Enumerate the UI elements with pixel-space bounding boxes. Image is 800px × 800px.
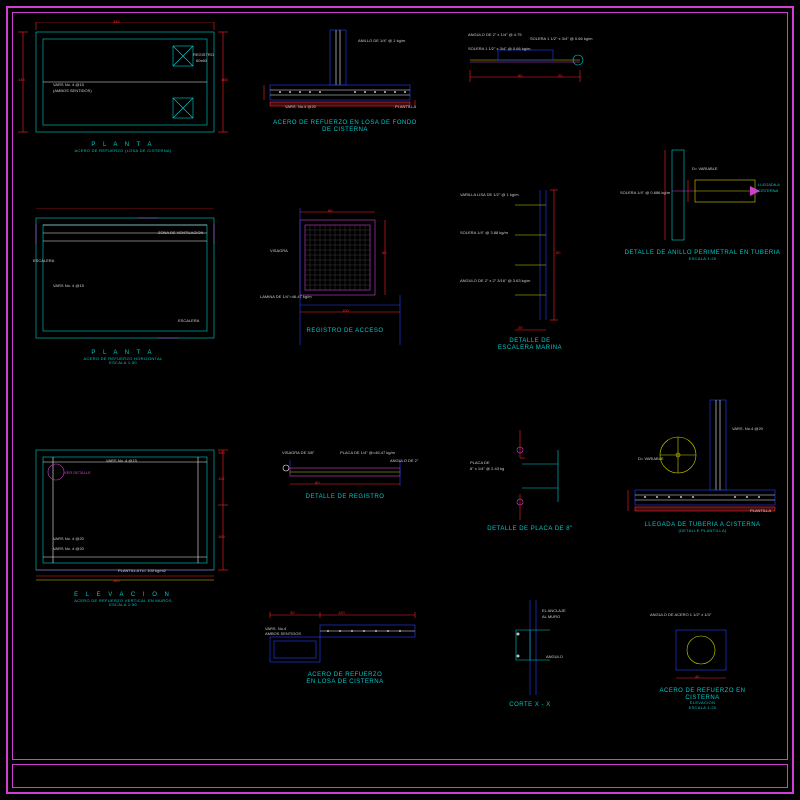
scale-ac: ESCALA 1:20 xyxy=(620,706,785,710)
dim-145: 145 xyxy=(18,77,25,82)
scale-elev: ESCALA 1:50 xyxy=(38,603,208,607)
dim-e340: 340 xyxy=(113,578,120,583)
title-mf2: DE CISTERNA xyxy=(260,127,430,134)
ann-p8-2: 8" x 1/4" @ 2.43 kg xyxy=(470,466,504,471)
dim-e190: 190 xyxy=(218,450,225,455)
dim-reg100: 100 xyxy=(342,308,349,313)
ann-an1: D= VARIABLE xyxy=(692,166,718,171)
ann-esc1: ESCALERA xyxy=(33,258,54,263)
dim-e110: 110 xyxy=(218,476,224,481)
dim-reg60b: 60 xyxy=(382,250,386,255)
dim-reg60a: 60 xyxy=(328,208,332,213)
detail-muro-fondo: ANILLO DE 1/4" @ 1 kg/m VARS. No.4 @20 P… xyxy=(260,22,430,152)
ann-vars: VARS No. 4 @15 xyxy=(53,82,84,87)
title-ac: ACERO DE REFUERZO EN xyxy=(620,688,785,695)
detail-planta-2: ZONA DE VENTILACION VARS No. 4 @15 ESCAL… xyxy=(18,208,228,388)
scale-planta2: ESCALA 1:50 xyxy=(38,361,208,365)
ann-ambos: (AMBOS SENTIDOS) xyxy=(53,88,92,93)
title-mf: ACERO DE REFUERZO EN LOSA DE FONDO xyxy=(260,120,430,127)
detail-corte: EL ANCLAJE AL MURO ANGULO CORTE X - X xyxy=(450,590,610,730)
dim-em80: 80 xyxy=(556,250,560,255)
subtitle-planta1: ACERO DE REFUERZO (LOSA DE CISTERNA) xyxy=(38,149,208,153)
dim-165: 165 xyxy=(221,77,228,82)
ann-ll1: VARS. No.4 @20 xyxy=(732,426,763,431)
ann-cx2: AL MURO xyxy=(542,614,560,619)
ann-dr3: ANGULO DE 2" xyxy=(390,458,418,463)
detail-elevacion: VARS No. 4 @15 VER DETALLE PLANTILLA f'c… xyxy=(18,440,228,630)
ann-em3: VARILLA LISA DE 1/2" @ 1 kg/m xyxy=(460,192,519,197)
detail-planta-1: VARS No. 4 @15 (AMBOS SENTIDOS) REGISTRO… xyxy=(18,22,228,182)
dim-ac40: 40 xyxy=(695,674,699,679)
ann-at2: SOLERA 1 1/2" x 3/4" @ 0.66 kg/m xyxy=(530,36,593,41)
title-cx: CORTE X - X xyxy=(450,702,610,709)
ann-an2: LLEGADA A xyxy=(758,182,780,187)
ann-dr1: VISAGRA DE 3/8" xyxy=(282,450,314,455)
ann-e-detalle: VER DETALLE xyxy=(64,470,91,475)
dim-dr60a: 60 xyxy=(315,480,319,485)
title-reg: REGISTRO DE ACCESO xyxy=(260,328,430,335)
dim-at60: 60 xyxy=(518,73,522,78)
title-block-strip xyxy=(12,764,788,788)
ann-dr2: PLACA DE 1/4" @=46.47 kg/m xyxy=(340,450,395,455)
ann-vars2: VARS No. 4 @15 xyxy=(53,283,84,288)
ann-e-plantilla: PLANTILLA f'c= 100 kg/m2 xyxy=(118,568,166,573)
ann-e-vars2: VARS No. 4 @20 xyxy=(53,536,84,541)
title-ll2: (DETALLE PLANTILLA) xyxy=(620,529,785,533)
detail-llegada: VARS. No.4 @20 D= VARIABLE PLANTILLA LLE… xyxy=(620,390,785,570)
detail-registro: VISAGRA LAMINA DE 1/4"=46.47 kg/m 60 60 … xyxy=(260,200,430,380)
detail-placa8: PLACA DE 8" x 1/4" @ 2.43 kg DETALLE DE … xyxy=(450,410,610,560)
ann-cx3: ANGULO xyxy=(546,654,563,659)
dim-em25: 25 xyxy=(518,325,522,330)
dim-340: 340 xyxy=(113,19,120,24)
ann-em4: SOLERA 1/4" @ 3.88 kg/m xyxy=(460,230,508,235)
ann-ll2: D= VARIABLE xyxy=(638,456,664,461)
title-em2: ESCALERA MARINA xyxy=(450,345,610,352)
ann-mf3: PLANTILLA xyxy=(395,104,416,109)
detail-angulo-top: ANGULO DE 2" x 1/4" @ 4.75 SOLERA 1 1/2"… xyxy=(450,22,610,117)
title-rl: ACERO DE REFUERZO xyxy=(260,672,430,679)
detail-escalera-marina: VARILLA LISA DE 1/2" @ 1 kg/m SOLERA 1/4… xyxy=(450,170,610,380)
ann-an4: SOLERA 1/4" @ 0.686 kg/m xyxy=(620,190,670,195)
ann-rl-amb: AMBOS SENTIDOS xyxy=(265,631,301,636)
ann-reg-vis: VISAGRA xyxy=(270,248,288,253)
detail-anillo: D= VARIABLE LLEGADA A CISTERNA SOLERA 1/… xyxy=(620,140,785,290)
dim-at20: 20 xyxy=(558,73,562,78)
ann-e-vars1: VARS No. 4 @15 xyxy=(106,458,137,463)
ann-an3: CISTERNA xyxy=(758,188,778,193)
ann-zona: ZONA DE VENTILACION xyxy=(158,230,203,235)
detail-acero-cisterna: ANGULO DE ACERO 1 1/2" x 1/4" 40 ACERO D… xyxy=(620,600,785,740)
ann-reg-size: 60x60 xyxy=(196,58,207,63)
dim-rl120: 120 xyxy=(338,610,345,615)
ann-p8-1: PLACA DE xyxy=(470,460,490,465)
ann-ac1: ANGULO DE ACERO 1 1/2" x 1/4" xyxy=(650,612,711,617)
dim-e165: 165 xyxy=(218,534,225,539)
ann-mf1: ANILLO DE 1/4" @ 1 kg/m xyxy=(358,38,405,43)
ann-cx1: EL ANCLAJE xyxy=(542,608,566,613)
ann-reg: REGISTRO xyxy=(193,52,214,57)
ann-mf2: VARS. No.4 @20 xyxy=(285,104,316,109)
ann-at2b: SOLERA 1 1/2" x 3/4" @ 0.66 kg/m xyxy=(468,46,531,51)
title-rl2: EN LOSA DE CISTERNA xyxy=(260,679,430,686)
detail-ref-losa: VARS. No.4 AMBOS SENTIDOS 120 30 ACERO D… xyxy=(260,590,430,720)
ann-em5: ANGULO DE 2" x 2" 3/16" @ 3.63 kg/m xyxy=(460,278,530,283)
ann-esc2: ESCALERA xyxy=(178,318,199,323)
ann-at1: ANGULO DE 2" x 1/4" @ 4.75 xyxy=(468,32,522,37)
detail-det-registro: VISAGRA DE 3/8" PLACA DE 1/4" @=46.47 kg… xyxy=(260,430,430,530)
ann-e-vars3: VARS No. 4 @20 xyxy=(53,546,84,551)
title-dr: DETALLE DE REGISTRO xyxy=(260,494,430,501)
ann-ll3: PLANTILLA xyxy=(750,508,771,513)
title-em: DETALLE DE xyxy=(450,338,610,345)
ann-reg-lam: LAMINA DE 1/4"=46.47 kg/m xyxy=(260,294,312,299)
scale-an: ESCALA 1:20 xyxy=(620,257,785,261)
dim-rl30: 30 xyxy=(290,610,294,615)
title-p8: DETALLE DE PLACA DE 8" xyxy=(450,526,610,533)
